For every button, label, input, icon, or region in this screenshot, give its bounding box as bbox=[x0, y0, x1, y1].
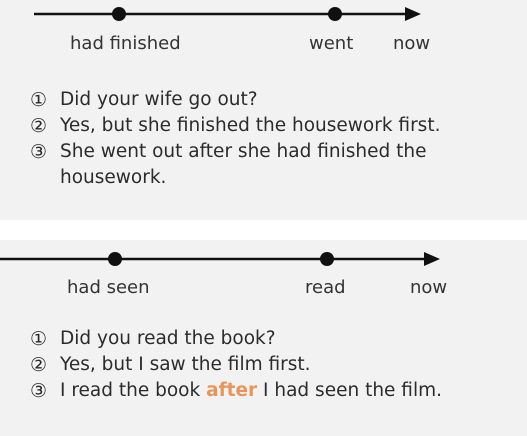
sentence-3: ③ She went out after she had finished th… bbox=[30, 139, 490, 191]
sentence-text: She went out after she had finished the … bbox=[60, 141, 427, 188]
event-label-now: now bbox=[410, 277, 448, 298]
sentence-text: Yes, but I saw the film first. bbox=[60, 354, 311, 375]
sentence-text: Yes, but she finished the housework firs… bbox=[60, 115, 441, 136]
sentence-1: ① Did your wife go out? bbox=[30, 87, 500, 113]
sentence-list: ① Did your wife go out? ② Yes, but she f… bbox=[30, 87, 500, 191]
event-label-had-seen: had seen bbox=[67, 277, 150, 298]
number-marker: ② bbox=[30, 115, 48, 137]
sentence-text-after: I had seen the film. bbox=[257, 380, 443, 401]
number-marker: ① bbox=[30, 328, 48, 350]
event-label-now: now bbox=[393, 33, 431, 54]
highlight-after: after bbox=[206, 380, 258, 401]
sentence-3: ③ I read the book after I had seen the f… bbox=[30, 378, 510, 404]
event-dot-went bbox=[328, 7, 342, 21]
panel-past-perfect-2: had seen read now ① Did you read the boo… bbox=[0, 240, 527, 436]
number-marker: ② bbox=[30, 354, 48, 376]
sentence-text: Did your wife go out? bbox=[60, 89, 258, 110]
sentence-text-before: I read the book bbox=[60, 380, 207, 401]
event-dot-had-seen bbox=[108, 252, 122, 266]
event-label-had-finished: had finished bbox=[70, 33, 181, 54]
sentence-text: Did you read the book? bbox=[60, 328, 276, 349]
arrow-head-icon bbox=[424, 252, 440, 266]
sentence-list: ① Did you read the book? ② Yes, but I sa… bbox=[30, 326, 510, 404]
event-label-went: went bbox=[309, 33, 354, 54]
arrow-head-icon bbox=[405, 7, 421, 21]
event-dot-read bbox=[320, 252, 334, 266]
panel-past-perfect-1: had finished went now ① Did your wife go… bbox=[0, 0, 527, 220]
sentence-1: ① Did you read the book? bbox=[30, 326, 510, 352]
event-label-read: read bbox=[305, 277, 346, 298]
number-marker: ③ bbox=[30, 380, 48, 402]
number-marker: ③ bbox=[30, 141, 48, 163]
sentence-2: ② Yes, but she finished the housework fi… bbox=[30, 113, 500, 139]
number-marker: ① bbox=[30, 89, 48, 111]
event-dot-had-finished bbox=[112, 7, 126, 21]
sentence-2: ② Yes, but I saw the film first. bbox=[30, 352, 510, 378]
timeline-2 bbox=[0, 252, 440, 266]
